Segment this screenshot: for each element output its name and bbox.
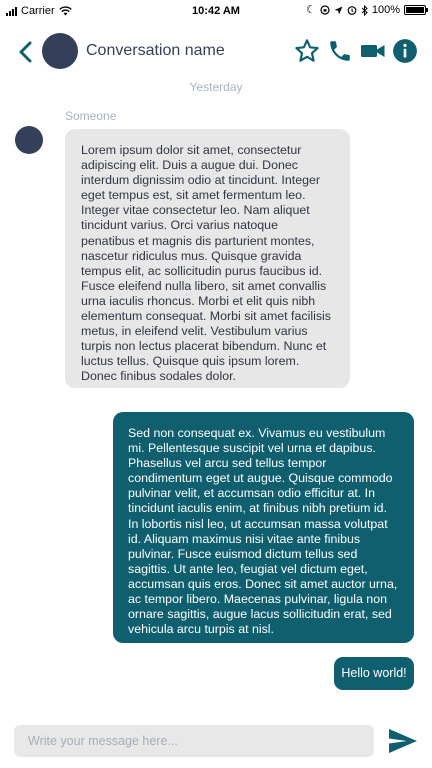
outgoing-message[interactable]: Hello world! [334,657,414,690]
back-icon[interactable] [16,40,36,64]
moon-icon: ☾ [305,3,316,16]
status-bar-right: ☾ 100% [305,3,428,16]
sender-name: Someone [65,109,117,123]
outgoing-message[interactable]: Sed non consequat ex. Vivamus eu vestibu… [113,412,414,643]
send-icon[interactable] [388,728,418,754]
star-icon[interactable] [294,38,320,64]
avatar[interactable] [42,33,78,69]
conversation-name[interactable]: Conversation name [86,42,225,60]
location-icon [334,6,343,14]
info-icon[interactable] [392,38,418,64]
incoming-message[interactable]: Lorem ipsum dolor sit amet, consectetur … [65,129,350,388]
sender-avatar[interactable] [15,126,43,154]
conversation-header: Conversation name [0,26,432,78]
video-icon[interactable] [360,38,386,64]
message-input[interactable] [14,725,374,757]
phone-icon[interactable] [327,38,353,64]
bluetooth-icon [361,4,368,16]
battery-percent: 100% [371,4,400,16]
alarm-icon [347,6,357,15]
status-bar: Carrier 10:42 AM ☾ 100% [0,0,432,22]
battery-icon [404,5,428,15]
day-separator: Yesterday [189,80,243,94]
lock-rotation-icon [320,5,330,15]
